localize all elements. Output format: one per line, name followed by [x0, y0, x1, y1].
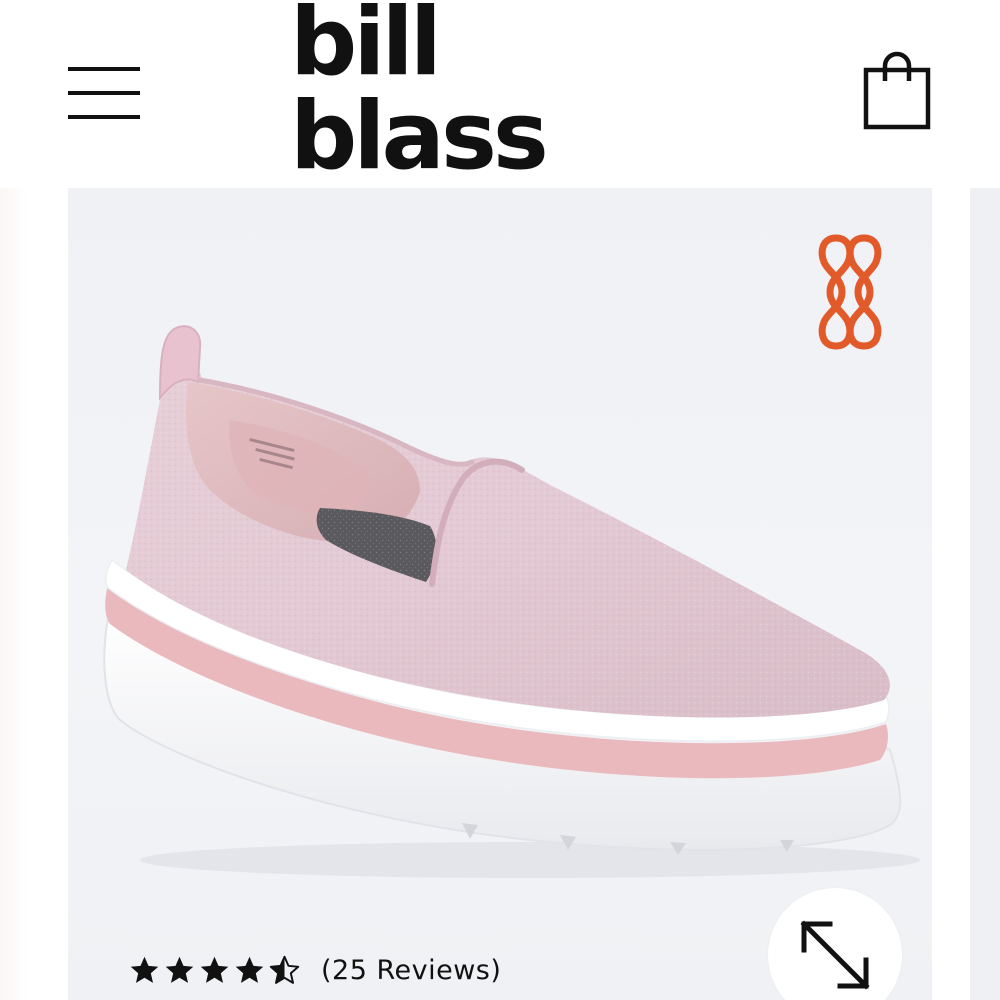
carousel-prev-slide[interactable] — [0, 188, 28, 1000]
brand-logo[interactable]: bill blass — [290, 0, 710, 184]
rating-stars — [128, 954, 301, 987]
product-page: bill blass (25 Reviews) — [0, 0, 1000, 1000]
star-half-icon — [269, 955, 300, 984]
carousel-next-slide[interactable] — [970, 188, 1000, 1000]
site-header: bill blass — [0, 0, 1000, 185]
shopping-bag-icon — [863, 51, 931, 130]
expand-arrow-icon — [800, 920, 870, 990]
star-filled-icon — [130, 956, 159, 983]
product-image — [103, 325, 920, 878]
star-filled-icon — [200, 956, 229, 983]
review-count[interactable]: (25 Reviews) — [321, 955, 501, 986]
star-filled-icon — [165, 956, 194, 983]
menu-button[interactable] — [62, 58, 146, 128]
star-filled-icon — [235, 956, 264, 983]
product-rating[interactable]: (25 Reviews) — [128, 948, 501, 992]
cart-button[interactable] — [858, 48, 936, 134]
